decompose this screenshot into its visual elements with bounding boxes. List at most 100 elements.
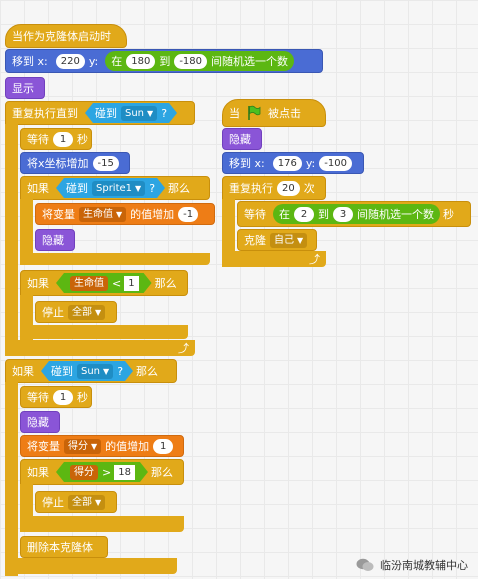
goto-xy-block[interactable]: 移到 x: 220 y: 在 180 到 -180 间随机选一个数 <box>5 49 323 73</box>
random-max-input[interactable]: 3 <box>333 206 353 222</box>
pick-random-reporter[interactable]: 在 2 到 3 间随机选一个数 <box>273 204 440 224</box>
touching-label: 碰到 <box>95 107 117 120</box>
x-input[interactable]: 220 <box>55 53 85 69</box>
wait-1-block[interactable]: 等待 1 秒 <box>20 128 92 150</box>
touching-label: 碰到 <box>51 365 73 378</box>
delete-clone-label: 删除本克隆体 <box>27 541 93 554</box>
if-lives-less-than-block[interactable]: 如果 生命值 < 1 那么 <box>20 270 188 296</box>
goto-xy-block-2[interactable]: 移到 x: 176 y: -100 <box>222 152 364 174</box>
touching-target-dropdown[interactable]: Sun ▼ <box>77 364 113 379</box>
y-input[interactable]: -100 <box>319 155 352 171</box>
change-x-block[interactable]: 将x坐标增加 -15 <box>20 152 130 174</box>
touching-sprite1-condition[interactable]: 碰到 Sprite1 ▼ ? <box>56 178 165 198</box>
hat-label: 当作为克隆体启动时 <box>12 30 111 43</box>
variable-reporter[interactable]: 得分 <box>70 465 98 480</box>
change-var-label: 将变量 <box>27 440 60 453</box>
change-by-label: 的值增加 <box>105 440 150 453</box>
if4-c-foot <box>20 516 184 532</box>
change-x-input[interactable]: -15 <box>92 155 119 171</box>
when-flag-clicked-hat-block[interactable]: 当 被点击 <box>222 99 326 127</box>
hide-block-3[interactable]: 隐藏 <box>222 128 262 150</box>
if-label: 如果 <box>12 365 34 378</box>
hide-block[interactable]: 隐藏 <box>35 229 75 251</box>
stop-label: 停止 <box>42 306 64 319</box>
hide-block-2[interactable]: 隐藏 <box>20 411 60 433</box>
wechat-icon <box>356 558 374 571</box>
touching-q: ? <box>161 106 168 120</box>
stop-all-block-2[interactable]: 停止 全部 ▼ <box>35 491 117 513</box>
pick-random-in-label: 在 <box>279 208 290 221</box>
clicked-label: 被点击 <box>268 107 301 120</box>
repeat-until-c-arm <box>5 124 18 356</box>
random-min-input[interactable]: 180 <box>126 53 156 69</box>
variable-reporter[interactable]: 生命值 <box>70 276 108 291</box>
random-max-input[interactable]: -180 <box>174 53 208 69</box>
loop-arrow-icon: ⤴ <box>178 342 189 355</box>
y-label: y: <box>305 156 316 170</box>
repeat-count-input[interactable]: 20 <box>277 180 300 196</box>
repeat-20-block[interactable]: 重复执行 20 次 <box>222 176 326 200</box>
if1-c-foot <box>20 253 210 265</box>
if2-c-foot <box>20 325 188 339</box>
goto-label: 移到 x: <box>12 55 48 68</box>
stop-option-dropdown[interactable]: 全部 ▼ <box>68 494 106 510</box>
loop-arrow-icon: ⤴ <box>309 253 320 266</box>
y-label: y: <box>88 54 99 68</box>
repeat-until-block[interactable]: 重复执行直到 碰到 Sun ▼ ? <box>5 101 195 125</box>
compare-value-input[interactable]: 1 <box>124 276 138 291</box>
wait-unit: 秒 <box>443 208 454 221</box>
then-label: 那么 <box>136 365 159 378</box>
x-input[interactable]: 176 <box>272 155 302 171</box>
if-label: 如果 <box>27 277 49 290</box>
pick-random-in-label: 在 <box>111 55 123 68</box>
delete-this-clone-block[interactable]: 删除本克隆体 <box>20 536 108 558</box>
hide-label: 隐藏 <box>42 234 64 247</box>
less-than-condition[interactable]: 生命值 < 1 <box>56 273 152 293</box>
if-touching-sprite1-block[interactable]: 如果 碰到 Sprite1 ▼ ? 那么 <box>20 176 210 200</box>
watermark-text: 临汾南城教辅中心 <box>380 559 468 572</box>
pick-random-to-label: 到 <box>159 55 171 68</box>
stop-option-dropdown[interactable]: 全部 ▼ <box>68 304 106 320</box>
wait-label: 等待 <box>27 391 49 404</box>
change-var-label: 将变量 <box>42 208 75 221</box>
touching-target-dropdown[interactable]: Sprite1 ▼ <box>92 181 145 196</box>
goto-label: 移到 x: <box>229 157 265 170</box>
change-by-input[interactable]: 1 <box>153 438 174 454</box>
then-label: 那么 <box>150 466 173 479</box>
hide-label: 隐藏 <box>27 416 49 429</box>
compare-value-input[interactable]: 18 <box>114 465 135 480</box>
change-by-input[interactable]: -1 <box>178 206 199 222</box>
if-score-greater-than-block[interactable]: 如果 得分 > 18 那么 <box>20 459 184 485</box>
change-var-score-block[interactable]: 将变量 得分 ▼ 的值增加 1 <box>20 435 184 457</box>
green-flag-icon <box>248 105 261 120</box>
touching-sun-condition[interactable]: 碰到 Sun ▼ ? <box>85 103 177 123</box>
show-block[interactable]: 显示 <box>5 77 45 99</box>
touching-q: ? <box>117 364 124 378</box>
stop-all-block-1[interactable]: 停止 全部 ▼ <box>35 301 117 323</box>
pick-random-suffix: 间随机选一个数 <box>357 208 434 221</box>
wait-random-block[interactable]: 等待 在 2 到 3 间随机选一个数 秒 <box>237 201 471 227</box>
clone-target-dropdown[interactable]: 自己 ▼ <box>270 232 308 248</box>
if-label: 如果 <box>27 466 49 479</box>
variable-dropdown[interactable]: 得分 ▼ <box>64 438 102 454</box>
touching-sun-condition[interactable]: 碰到 Sun ▼ ? <box>41 361 133 381</box>
wait-unit: 秒 <box>77 133 88 146</box>
random-min-input[interactable]: 2 <box>294 206 314 222</box>
if3-c-arm <box>5 382 18 576</box>
if-touching-sun-block[interactable]: 如果 碰到 Sun ▼ ? 那么 <box>5 359 177 383</box>
repeat-unit: 次 <box>303 182 315 195</box>
variable-dropdown[interactable]: 生命值 ▼ <box>79 206 127 222</box>
hide-label: 隐藏 <box>229 133 251 146</box>
wait-seconds-input[interactable]: 1 <box>53 389 73 405</box>
pick-random-reporter[interactable]: 在 180 到 -180 间随机选一个数 <box>105 51 295 71</box>
change-var-lives-block[interactable]: 将变量 生命值 ▼ 的值增加 -1 <box>35 203 215 225</box>
wait-seconds-input[interactable]: 1 <box>53 131 73 147</box>
greater-than-condition[interactable]: 得分 > 18 <box>56 462 148 482</box>
wait-1-block-2[interactable]: 等待 1 秒 <box>20 386 92 408</box>
when-clone-starts-hat-block[interactable]: 当作为克隆体启动时 <box>5 24 127 48</box>
repeat-until-label: 重复执行直到 <box>12 107 78 120</box>
create-clone-block[interactable]: 克隆 自己 ▼ <box>237 229 317 251</box>
touching-label: 碰到 <box>66 182 88 195</box>
repeat-until-c-foot: ⤴ <box>5 340 195 356</box>
touching-target-dropdown[interactable]: Sun ▼ <box>121 106 157 121</box>
